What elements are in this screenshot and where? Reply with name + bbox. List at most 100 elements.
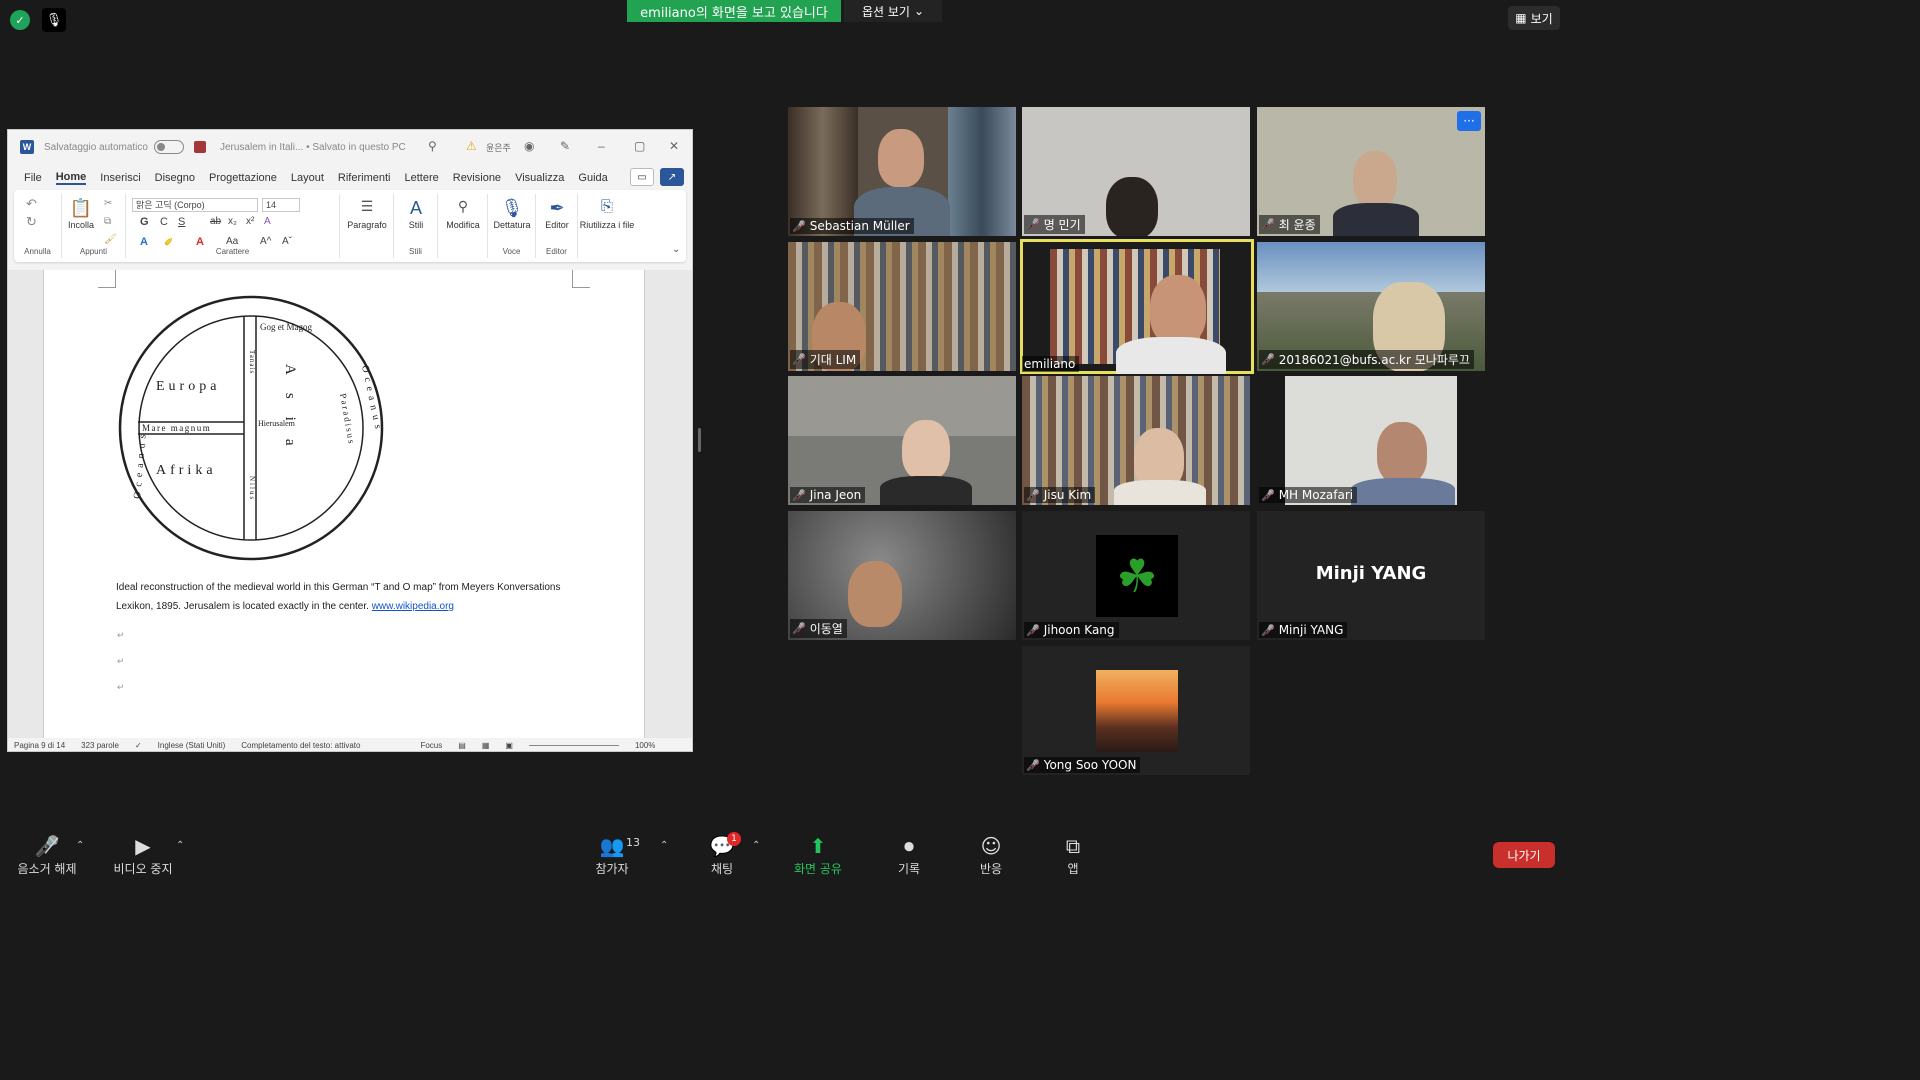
undo-icon[interactable]: ↶ xyxy=(26,196,37,212)
participant-tile[interactable]: ☘ 🎤̸ Jihoon Kang xyxy=(1022,511,1250,640)
tab-view[interactable]: Visualizza xyxy=(515,172,564,184)
save-icon[interactable] xyxy=(193,141,206,153)
participants-options-caret[interactable]: ⌃ xyxy=(660,840,668,851)
tab-draw[interactable]: Disegno xyxy=(155,172,195,184)
reactions-button[interactable]: ☺ 반응 xyxy=(968,832,1014,877)
participant-tile[interactable]: Minji YANG 🎤̸ Minji YANG xyxy=(1257,511,1485,640)
modify-button[interactable]: ⚲ Modifica xyxy=(438,198,488,230)
print-layout-icon[interactable]: ▦ xyxy=(482,741,490,750)
font-size-select[interactable]: 14 xyxy=(262,198,300,212)
pen-icon[interactable]: ✎ xyxy=(560,139,570,153)
text-completion[interactable]: Completamento del testo: attivato xyxy=(241,741,360,750)
cut-icon[interactable]: ✂ xyxy=(104,198,112,209)
maximize-icon[interactable]: ▢ xyxy=(634,139,645,153)
tab-layout[interactable]: Layout xyxy=(291,172,324,184)
share-screen-button[interactable]: ⬆ 화면 공유 xyxy=(788,832,848,877)
split-resize-handle[interactable] xyxy=(698,428,701,452)
subscript-icon[interactable]: x₂ xyxy=(228,216,237,227)
comments-icon[interactable]: ▭ xyxy=(630,168,654,186)
styles-button[interactable]: A Stili xyxy=(394,198,438,230)
word-count[interactable]: 323 parole xyxy=(81,741,119,750)
paste-button[interactable]: 📋 Incolla xyxy=(66,198,96,230)
strikethrough-icon[interactable]: ab xyxy=(210,216,221,227)
font-group-label: Carattere xyxy=(215,247,250,256)
avatar[interactable]: ◉ xyxy=(524,139,534,153)
participant-tile[interactable]: 🎤̸ 명 민기 xyxy=(1022,107,1250,236)
participant-tile[interactable]: 🎤̸ Yong Soo YOON xyxy=(1022,646,1250,775)
user-name[interactable]: 윤은주 xyxy=(486,141,511,154)
underline-button[interactable]: S xyxy=(178,216,185,228)
video-options-caret[interactable]: ⌃ xyxy=(176,840,184,851)
tab-help[interactable]: Guida xyxy=(578,172,607,184)
muted-mic-icon: 🎤̸ xyxy=(1261,623,1275,637)
font-name-select[interactable]: 맑은 고딕 (Corpo) xyxy=(132,198,258,212)
copy-icon[interactable]: ⧉ xyxy=(104,216,111,227)
editor-button[interactable]: ✒ Editor xyxy=(536,198,578,230)
change-case-icon[interactable]: Aa xyxy=(226,236,238,247)
audio-options-caret[interactable]: ⌃ xyxy=(76,840,84,851)
redo-icon[interactable]: ↻ xyxy=(26,214,37,230)
dictate-button[interactable]: 🎙 Dettatura xyxy=(488,198,536,230)
read-mode-icon[interactable]: ▤ xyxy=(458,741,466,750)
zoom-level[interactable]: 100% xyxy=(635,741,655,750)
stop-video-button[interactable]: ▶ 비디오 중지 xyxy=(108,832,178,877)
participant-tile[interactable]: 🎤̸ 기대 LIM xyxy=(788,242,1016,371)
tab-mailings[interactable]: Lettere xyxy=(405,172,439,184)
tab-file[interactable]: File xyxy=(24,172,42,184)
more-options-button[interactable]: ··· xyxy=(1457,111,1481,131)
leave-meeting-button[interactable]: 나가기 xyxy=(1493,842,1555,868)
audio-indicator-icon[interactable]: 🎙 xyxy=(42,8,66,32)
focus-button[interactable]: Focus xyxy=(420,741,442,750)
security-shield-icon[interactable]: ✓ xyxy=(10,10,30,30)
tab-insert[interactable]: Inserisci xyxy=(100,172,140,184)
warning-icon[interactable]: ⚠ xyxy=(466,139,477,153)
active-speaker-tile[interactable]: emiliano xyxy=(1020,239,1254,374)
muted-mic-icon: 🎤̸ xyxy=(1026,758,1040,772)
participant-tile[interactable]: 🎤̸ Jisu Kim xyxy=(1022,376,1250,505)
paragraph-group: ☰ Paragrafo xyxy=(340,194,394,258)
document-title[interactable]: Jerusalem in Itali... • Salvato in quest… xyxy=(220,142,406,153)
grid-icon: ▦ xyxy=(1515,11,1527,25)
participants-label: 참가자 xyxy=(595,862,629,876)
unmute-button[interactable]: 🎤̸ 음소거 해제 xyxy=(12,832,82,877)
page-count[interactable]: Pagina 9 di 14 xyxy=(14,741,65,750)
caption-link[interactable]: www.wikipedia.org xyxy=(372,601,454,612)
participant-tile[interactable]: ··· 🎤̸ 최 윤종 xyxy=(1257,107,1485,236)
tab-home[interactable]: Home xyxy=(55,171,87,185)
italic-button[interactable]: C xyxy=(160,216,168,228)
search-icon[interactable]: ⚲ xyxy=(428,139,437,153)
format-painter-icon[interactable]: 🖌 xyxy=(104,234,117,245)
grow-font-icon[interactable]: A^ xyxy=(260,236,271,247)
minimize-icon[interactable]: – xyxy=(598,139,605,153)
zoom-slider[interactable] xyxy=(528,744,619,746)
superscript-icon[interactable]: x² xyxy=(246,216,254,227)
autosave-toggle[interactable] xyxy=(153,140,184,154)
reuse-files-button[interactable]: ⎘ Riutilizza i file xyxy=(578,198,636,230)
proofing-icon[interactable]: ✓ xyxy=(135,741,142,750)
tab-design[interactable]: Progettazione xyxy=(209,172,277,184)
participant-tile[interactable]: 🎤̸ 이동열 xyxy=(788,511,1016,640)
shrink-font-icon[interactable]: Aˇ xyxy=(282,236,292,247)
clear-format-icon[interactable]: A xyxy=(264,216,271,227)
gallery-view-button[interactable]: ▦ 보기 xyxy=(1508,6,1560,30)
participant-tile[interactable]: 🎤̸ Sebastian Müller xyxy=(788,107,1016,236)
bold-button[interactable]: G xyxy=(140,216,149,228)
apps-button[interactable]: ⧉ 앱 xyxy=(1050,832,1096,877)
participant-tile[interactable]: 🎤̸ 20186021@bufs.ac.kr 모나파루끄 xyxy=(1257,242,1485,371)
styles-icon: A xyxy=(409,198,422,218)
tab-references[interactable]: Riferimenti xyxy=(338,172,391,184)
close-icon[interactable]: ✕ xyxy=(669,139,679,153)
tab-review[interactable]: Revisione xyxy=(453,172,501,184)
view-options-dropdown[interactable]: 옵션 보기 ⌄ xyxy=(844,0,942,22)
document-page[interactable]: Europa Afrika Mare magnum Hierusalem Gog… xyxy=(43,270,645,738)
language[interactable]: Inglese (Stati Uniti) xyxy=(158,741,226,750)
participant-tile[interactable]: 🎤̸ MH Mozafari xyxy=(1257,376,1485,505)
paragraph-button[interactable]: ☰ Paragrafo xyxy=(340,198,394,230)
web-layout-icon[interactable]: ▣ xyxy=(505,741,513,750)
collapse-ribbon-icon[interactable]: ⌄ xyxy=(672,244,680,255)
chat-options-caret[interactable]: ⌃ xyxy=(752,840,760,851)
share-icon[interactable]: ↗ xyxy=(660,168,684,186)
record-button[interactable]: ⏺ 기록 xyxy=(886,832,932,877)
participant-tile[interactable]: 🎤̸ Jina Jeon xyxy=(788,376,1016,505)
muted-mic-icon: 🎤̸ xyxy=(792,622,806,635)
